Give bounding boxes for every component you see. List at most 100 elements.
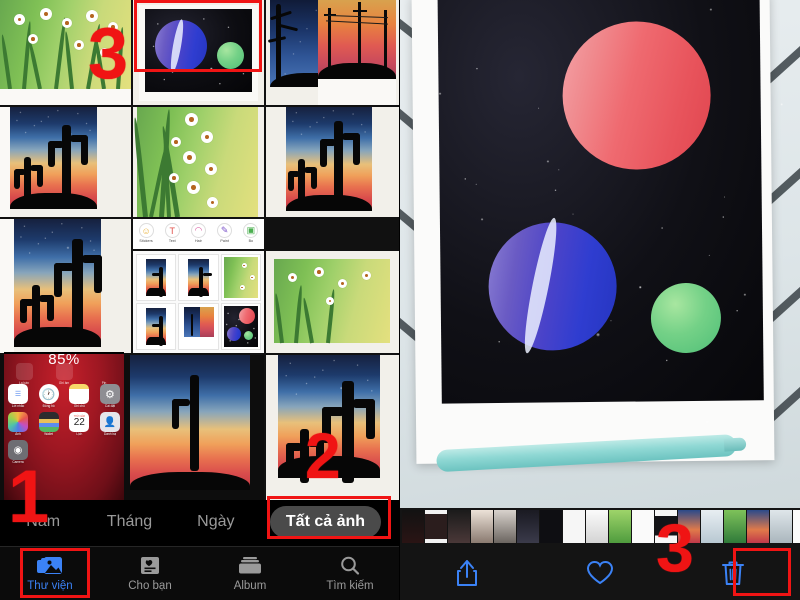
tab-label: Tìm kiếm [326,579,374,592]
ios-widget-row: La bàn Ghi âm Pin [4,363,124,385]
photos-library-icon [37,556,62,574]
albums-icon [239,556,261,573]
tab-label: Thư viện [27,579,73,592]
tab-tim-kiem[interactable]: Tìm kiếm [300,547,400,600]
planet-red [561,20,712,171]
filmstrip-thumb[interactable] [471,510,493,543]
photos-view-segmented-control[interactable]: Năm Tháng Ngày Tất cả ảnh [0,500,400,544]
filmstrip-thumb[interactable] [609,510,631,543]
ios-app-notes[interactable]: Ghi chú [68,384,90,408]
tab-cho-ban[interactable]: Cho bạn [100,547,200,600]
for-you-icon [141,556,159,574]
heart-icon [586,560,613,584]
segment-tat-ca-anh[interactable]: Tất cả ảnh [259,506,392,538]
grid-cell-cactus-sunset[interactable] [0,107,131,217]
tab-label: Cho bạn [128,579,172,592]
filmstrip-thumb[interactable] [632,510,654,543]
grid-cell-night-tree[interactable] [266,0,400,105]
border-icon: ▣ [243,223,259,238]
share-button[interactable] [400,559,533,587]
segment-ngay[interactable]: Ngày [173,513,259,531]
filmstrip-thumb[interactable] [540,510,562,543]
editor-tool-label: Stickers [139,239,153,243]
editor-tool-label: Hair [195,239,202,243]
artwork-space-scene [400,0,800,508]
photos-tab-bar[interactable]: Thư viện Cho bạn Album Tìm kiếm [0,546,400,600]
contacts-icon: 👤 [99,412,120,433]
paint-icon: ✎ [217,223,233,238]
ios-widget-voice-memos[interactable]: Ghi âm [44,363,84,385]
segment-thang[interactable]: Tháng [86,513,172,531]
editor-tool-label: Text [168,239,176,243]
annotation-number-3b: 3 [656,510,694,586]
filmstrip-thumb[interactable] [586,510,608,543]
filmstrip-thumb[interactable] [494,510,516,543]
ios-widget-compass[interactable]: La bàn [4,363,44,385]
photos-library-screen: ☺ Stickers T Text ◠ Hair ✎ Paint ▣ Bo 85… [0,0,400,600]
editor-tool-border[interactable]: ▣ Bo [243,223,259,243]
grid-cell-cactus-sunset-3[interactable] [0,219,131,353]
filmstrip-thumb[interactable] [517,510,539,543]
ios-app-label: Danh bạ [103,432,116,437]
filmstrip-thumb[interactable] [747,510,769,543]
settings-icon: ⚙ [99,384,120,404]
calendar-icon: THỨ NĂM 22 [69,412,90,433]
grid-cell-cactus-sunset-2[interactable] [266,107,400,217]
notes-icon [69,384,90,404]
grid-cell-screenshot-gallery[interactable] [133,251,264,353]
ios-app-label: Lời nhắc [11,404,25,408]
filmstrip-thumb[interactable] [770,510,792,543]
ios-app-clock[interactable]: 🕐 Đồng hồ [38,384,60,408]
ios-app-label: Lịch [76,432,83,437]
filmstrip-thumb[interactable] [701,510,723,543]
annotation-number-3: 3 [88,14,129,94]
favorite-button[interactable] [533,560,666,586]
mini-thumb [136,254,177,301]
annotation-number-1: 1 [8,455,50,538]
editor-tool-hair[interactable]: ◠ Hair [190,223,206,243]
tab-thu-vien[interactable]: Thư viện [0,547,100,600]
photo-filmstrip[interactable] [400,508,800,545]
filmstrip-thumb[interactable] [793,510,800,543]
grid-cell-editor-toolbar[interactable]: ☺ Stickers T Text ◠ Hair ✎ Paint ▣ Bo [133,219,264,249]
photos-icon [8,412,28,433]
ios-app-wallet[interactable]: Wallet [38,412,60,436]
filmstrip-thumb[interactable] [402,510,424,543]
reminders-icon: ☰ [8,384,28,404]
trash-icon [722,561,745,585]
editor-tool-label: Paint [220,239,229,243]
editor-tool-stickers[interactable]: ☺ Stickers [138,223,154,243]
ios-app-row: Ảnh Wallet THỨ NĂM 22 Lịch 👤 Danh bạ [7,412,121,436]
screenshot-root: ☺ Stickers T Text ◠ Hair ✎ Paint ▣ Bo 85… [0,0,800,600]
selected-photo[interactable] [400,0,800,508]
grid-cell-daisy-meadow-2[interactable] [133,107,264,217]
editor-tool-text[interactable]: T Text [164,223,180,243]
tab-album[interactable]: Album [200,547,300,600]
filmstrip-thumb[interactable] [724,510,746,543]
share-icon [456,559,477,586]
ios-app-reminders[interactable]: ☰ Lời nhắc [7,384,29,408]
grid-cell-daisy-meadow-3[interactable] [266,251,400,353]
wallet-icon [38,412,59,433]
photo-action-bar[interactable] [400,545,800,600]
annotation-number-2: 2 [305,420,341,492]
mini-thumb [178,254,219,301]
ios-app-contacts[interactable]: 👤 Danh bạ [99,412,121,436]
ios-widget-battery[interactable]: Pin [84,363,124,385]
filmstrip-thumb[interactable] [448,510,470,543]
ios-app-label: Wallet [44,432,54,437]
calendar-day-number: 22 [73,417,85,429]
ios-app-row: ☰ Lời nhắc 🕐 Đồng hồ Ghi chú ⚙ Cài đặt [7,384,121,408]
editor-tool-paint[interactable]: ✎ Paint [217,223,233,243]
mini-thumb [220,254,261,301]
editor-tools-row: ☺ Stickers T Text ◠ Hair ✎ Paint ▣ Bo [133,219,264,243]
grid-cell-space-planets[interactable] [133,0,264,105]
ios-app-photos[interactable]: Ảnh [7,412,29,436]
artwork-paper [400,0,800,508]
clock-icon: 🕐 [38,384,59,404]
filmstrip-thumb[interactable] [563,510,585,543]
ios-app-calendar[interactable]: THỨ NĂM 22 Lịch [68,412,90,436]
filmstrip-thumb[interactable] [425,510,447,543]
ios-app-settings[interactable]: ⚙ Cài đặt [99,384,121,408]
smiley-icon: ☺ [138,223,154,238]
